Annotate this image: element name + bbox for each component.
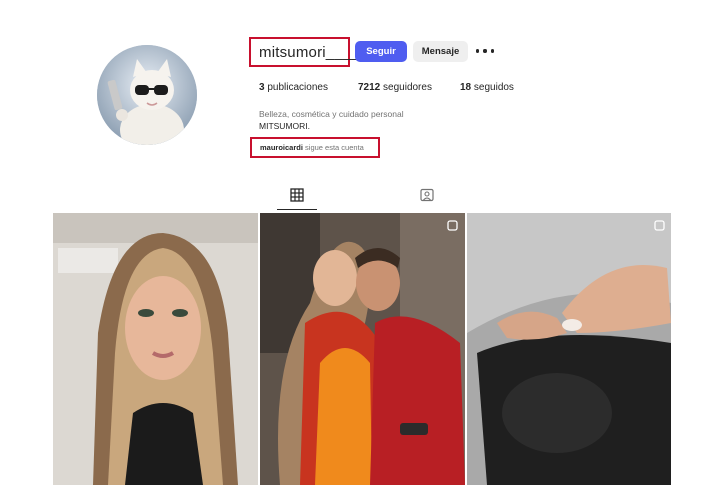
grid-icon[interactable] [290,188,304,202]
tagged-user-icon[interactable] [420,188,434,202]
follow-button[interactable]: Seguir [355,41,407,62]
followed-by-text: sigue esta cuenta [305,143,364,152]
following-count: 18 [460,82,472,93]
followers-label: seguidores [383,82,432,93]
post-1-image [53,213,258,485]
active-tab-indicator [277,209,317,210]
following-stat[interactable]: 18 seguidos [460,82,514,93]
followed-by-user[interactable]: mauroicardi [260,143,303,152]
username[interactable]: mitsumori____ [259,44,360,61]
post-thumbnail-2[interactable] [260,213,465,485]
followed-by-highlight: mauroicardi sigue esta cuenta [250,137,380,158]
username-highlight: mitsumori____ [249,37,360,67]
post-2-image [260,213,465,485]
followers-count: 7212 [358,82,381,93]
bio-name: MITSUMORI. [259,121,310,131]
posts-count: 3 [259,82,265,93]
avatar-image [97,45,197,145]
followers-stat[interactable]: 7212 seguidores [358,82,432,93]
following-label: seguidos [473,82,514,93]
post-3-image [467,213,671,485]
message-button[interactable]: Mensaje [413,41,468,62]
post-thumbnail-3[interactable] [467,213,671,485]
profile-avatar[interactable] [97,45,197,145]
posts-stat: 3 publicaciones [259,82,328,93]
bio-category: Belleza, cosmética y cuidado personal [259,109,404,119]
more-horizontal-icon[interactable] [476,44,494,58]
post-thumbnail-1[interactable] [53,213,258,485]
posts-label: publicaciones [267,82,328,93]
